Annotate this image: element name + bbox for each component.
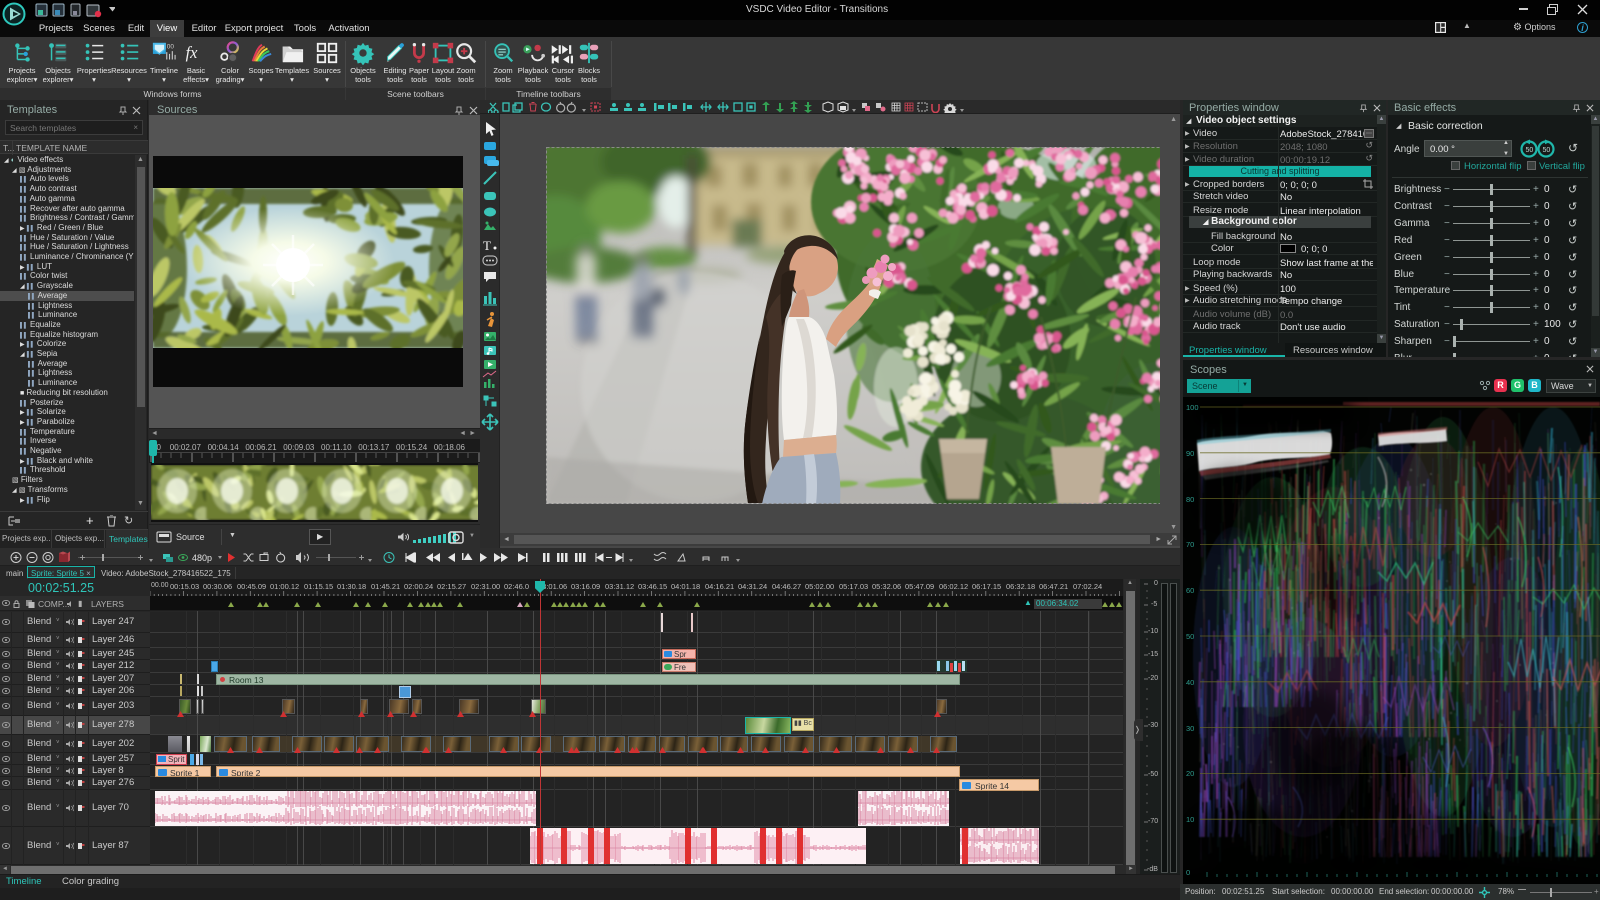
svg-text:T: T bbox=[483, 238, 491, 253]
svg-text:50: 50 bbox=[1543, 147, 1551, 154]
svg-text:480p: 480p bbox=[192, 553, 212, 563]
svg-text:00: 00 bbox=[167, 43, 175, 50]
svg-text:fx: fx bbox=[186, 43, 199, 62]
svg-text:50: 50 bbox=[1526, 147, 1534, 154]
